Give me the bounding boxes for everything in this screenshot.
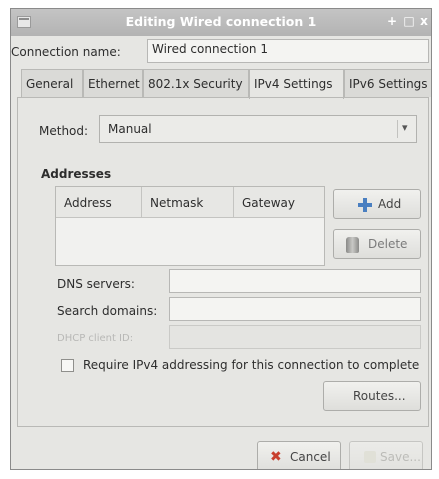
restore-icon[interactable]: □ bbox=[402, 13, 416, 29]
method-dropdown[interactable]: Manual bbox=[99, 115, 417, 143]
tab-8021x-security[interactable]: 802.1x Security bbox=[143, 69, 249, 97]
add-address-button[interactable]: Add bbox=[333, 189, 421, 219]
tab-label: Ethernet bbox=[88, 77, 140, 91]
search-domains-field[interactable] bbox=[169, 297, 421, 321]
method-value: Manual bbox=[108, 122, 152, 136]
addresses-table-header: Address Netmask Gateway bbox=[56, 187, 324, 218]
tab-label: IPv6 Settings bbox=[349, 77, 428, 91]
x-icon: ✖ bbox=[270, 449, 282, 465]
addresses-table[interactable]: Address Netmask Gateway bbox=[55, 186, 325, 266]
delete-address-button[interactable]: Delete bbox=[333, 229, 421, 259]
column-header-netmask[interactable]: Netmask bbox=[142, 187, 234, 217]
plus-icon bbox=[358, 198, 372, 212]
save-button[interactable]: Save... bbox=[349, 441, 423, 469]
save-icon bbox=[364, 451, 376, 463]
chevron-down-icon bbox=[397, 120, 412, 138]
dns-servers-field[interactable] bbox=[169, 269, 421, 293]
tab-ipv4-settings[interactable]: IPv4 Settings bbox=[249, 69, 344, 99]
tab-label: 802.1x Security bbox=[148, 77, 243, 91]
addresses-heading: Addresses bbox=[41, 167, 112, 181]
title-bar[interactable]: Editing Wired connection 1 + □ x bbox=[11, 9, 431, 36]
tab-label: General bbox=[26, 77, 74, 91]
connection-name-field[interactable]: Wired connection 1 bbox=[147, 39, 429, 63]
column-header-gateway[interactable]: Gateway bbox=[234, 187, 326, 217]
routes-button[interactable]: Routes... bbox=[323, 381, 421, 411]
tab-label: IPv4 Settings bbox=[254, 77, 333, 91]
cancel-button-label: Cancel bbox=[290, 450, 331, 464]
trash-can-icon bbox=[346, 237, 359, 253]
close-icon[interactable]: x bbox=[417, 13, 431, 29]
save-button-label: Save... bbox=[380, 450, 421, 464]
window-title: Editing Wired connection 1 bbox=[125, 14, 317, 29]
tab-ethernet[interactable]: Ethernet bbox=[83, 69, 143, 97]
dhcp-client-id-label: DHCP client ID: bbox=[57, 333, 134, 344]
dhcp-client-id-field bbox=[169, 325, 421, 349]
method-label: Method: bbox=[39, 124, 89, 138]
connection-editor-window: Editing Wired connection 1 + □ x Connect… bbox=[10, 8, 432, 470]
delete-button-label: Delete bbox=[368, 237, 408, 251]
maximize-icon[interactable]: + bbox=[385, 13, 399, 29]
connection-name-value: Wired connection 1 bbox=[152, 42, 268, 56]
tab-ipv6-settings[interactable]: IPv6 Settings bbox=[344, 69, 431, 97]
settings-tabs: General Ethernet 802.1x Security IPv4 Se… bbox=[15, 69, 431, 99]
column-header-address[interactable]: Address bbox=[56, 187, 142, 217]
search-domains-label: Search domains: bbox=[57, 304, 158, 318]
connection-name-label: Connection name: bbox=[11, 45, 121, 59]
dns-servers-label: DNS servers: bbox=[57, 277, 135, 291]
require-ipv4-label[interactable]: Require IPv4 addressing for this connect… bbox=[83, 358, 419, 372]
cancel-button[interactable]: ✖ Cancel bbox=[257, 441, 341, 469]
routes-button-label: Routes... bbox=[353, 389, 406, 403]
require-ipv4-checkbox[interactable] bbox=[61, 359, 74, 372]
tab-general[interactable]: General bbox=[21, 69, 83, 97]
add-button-label: Add bbox=[378, 197, 402, 211]
